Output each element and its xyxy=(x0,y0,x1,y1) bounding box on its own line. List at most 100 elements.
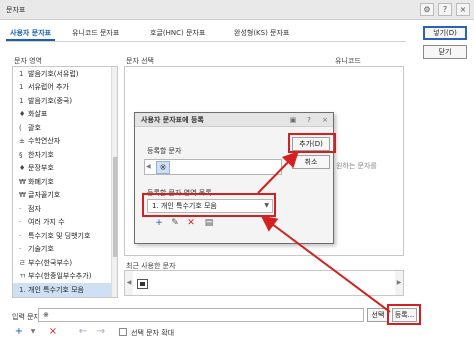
area-header: 문자 영역 xyxy=(14,57,42,65)
select-header: 문자 선택 xyxy=(126,57,154,65)
dialog-close-button[interactable]: × xyxy=(319,115,331,125)
select-button[interactable]: 선택 xyxy=(367,308,389,322)
list-item[interactable]: ₩ 글자꼴기호 xyxy=(13,188,117,202)
insert-button[interactable]: 넣기(D) xyxy=(423,26,467,40)
area-glyph: · xyxy=(19,245,22,253)
area-glyph: ♦ xyxy=(19,110,26,118)
area-label: 개인 특수기호 모음 xyxy=(28,286,84,294)
chevron-down-icon[interactable]: ▼ xyxy=(26,326,40,340)
area-glyph: · xyxy=(19,232,22,240)
window-title: 문자표 xyxy=(6,6,26,14)
tab-unicode-charmap[interactable]: 유니코드 문자표 xyxy=(68,24,123,41)
arrow-left-icon[interactable]: ← xyxy=(76,326,90,340)
grid-hint: 원하는 문자를 xyxy=(336,162,377,170)
list-item[interactable]: 1 발음기호(서유럽) xyxy=(13,67,117,81)
unicode-header: 유니코드 xyxy=(335,57,361,65)
area-label: 기술기호 xyxy=(28,245,54,253)
tab-divider xyxy=(6,41,406,42)
area-list[interactable]: 1 발음기호(서유럽) 1 서유럽어 추가 1 발음기호(중국) ♦ 화살표 (괄호 ±… xyxy=(12,66,118,298)
list-item[interactable]: 1 서유럽어 추가 xyxy=(13,80,117,94)
area-label: 서유럽어 추가 xyxy=(28,83,69,91)
recent-chars[interactable]: ◀ ▶ xyxy=(124,270,404,296)
selected-char-cell[interactable]: ※ xyxy=(156,161,170,174)
area-glyph: ㄹ xyxy=(19,259,26,267)
list-item[interactable]: 1 발음기호(중국) xyxy=(13,94,117,108)
area-properties-icon[interactable]: ▤ xyxy=(203,217,215,229)
area-glyph: ♦ xyxy=(19,164,26,172)
delete-area-icon[interactable]: ✕ xyxy=(185,217,197,229)
area-label: 발음기호(중국) xyxy=(28,97,73,105)
area-label: 화폐기호 xyxy=(28,178,54,186)
list-item[interactable]: ♦ 문장부호 xyxy=(13,161,117,175)
area-glyph: ( xyxy=(19,124,22,132)
remove-icon[interactable]: × xyxy=(46,326,60,340)
settings-icon[interactable]: ⚙ xyxy=(420,3,434,16)
dialog-help-button[interactable]: ? xyxy=(303,115,315,125)
tab-hnc-charmap[interactable]: 호글(HNC) 문자표 xyxy=(146,24,209,41)
register-dialog: 사용자 문자표에 등록 ▣ ? × 등록할 문자 ◀ ※ 등록할 문자 영역 목… xyxy=(134,112,334,244)
area-label: 특수기호 및 딩뱃기호 xyxy=(28,232,91,240)
chevron-down-icon: ▼ xyxy=(264,202,269,209)
close-dialog-button[interactable]: 닫기 xyxy=(423,45,467,59)
list-item[interactable]: ♦ 화살표 xyxy=(13,107,117,121)
list-item[interactable]: · 점자 xyxy=(13,202,117,216)
dialog-settings-icon[interactable]: ▣ xyxy=(287,115,299,125)
area-glyph: ㄲ xyxy=(19,272,26,280)
area-label: 한자기호 xyxy=(28,151,54,159)
area-glyph: 1 xyxy=(19,97,24,105)
arrow-right-icon[interactable]: → xyxy=(94,326,108,340)
area-glyph: · xyxy=(19,205,22,213)
recent-char-cell[interactable] xyxy=(137,279,148,289)
area-label: 부수(한국부수) xyxy=(28,259,73,267)
area-label: 화살표 xyxy=(28,110,48,118)
area-label: 여러 가지 수 xyxy=(28,218,65,226)
input-label: 입력 문자 xyxy=(12,313,40,321)
list-item[interactable]: § 한자기호 xyxy=(13,148,117,162)
area-glyph: 1 xyxy=(19,70,24,78)
dialog-add-button[interactable]: 추가(D) xyxy=(292,137,330,151)
add-icon[interactable]: + xyxy=(12,326,26,340)
list-item-selected[interactable]: 1. 개인 특수기호 모음 xyxy=(13,283,117,297)
list-item[interactable]: ₩ 화폐기호 xyxy=(13,175,117,189)
list-item[interactable]: ± 수학연산자 xyxy=(13,134,117,148)
area-glyph: 1. xyxy=(19,286,26,294)
char-scroll-left-icon[interactable]: ◀ xyxy=(146,163,151,170)
chars-to-register-box[interactable]: ◀ ※ xyxy=(144,159,282,175)
area-glyph: 1 xyxy=(19,83,24,91)
list-item[interactable]: · 기술기호 xyxy=(13,242,117,256)
recent-scroll-right-icon[interactable]: ▶ xyxy=(395,271,403,295)
edit-pencil-icon[interactable]: ✎ xyxy=(169,217,181,229)
area-label: 괄호 xyxy=(28,124,41,132)
list-item[interactable]: · 특수기호 및 딩뱃기호 xyxy=(13,229,117,243)
area-label: 글자꼴기호 xyxy=(28,191,61,199)
tab-user-charmap[interactable]: 사용자 문자표 xyxy=(6,24,56,41)
enlarge-checkbox-label: 선택 문자 확대 xyxy=(131,329,175,337)
tab-bar: 사용자 문자표 유니코드 문자표 호글(HNC) 문자표 완성형(KS) 문자표 xyxy=(6,24,406,41)
area-dropdown-value: 1. 개인 특수기호 모음 xyxy=(152,202,217,210)
enlarge-checkbox[interactable] xyxy=(119,328,127,336)
list-item[interactable]: ㄹ 부수(한국부수) xyxy=(13,256,117,270)
list-item[interactable]: · 여러 가지 수 xyxy=(13,215,117,229)
list-item[interactable]: ( 괄호 xyxy=(13,121,117,135)
register-button[interactable]: 등록... xyxy=(392,308,417,322)
chars-to-register-label: 등록할 문자 xyxy=(147,147,182,155)
dialog-cancel-button[interactable]: 취소 xyxy=(292,155,330,169)
tab-ks-charmap[interactable]: 완성형(KS) 문자표 xyxy=(230,24,293,41)
area-label: 발음기호(서유럽) xyxy=(28,70,79,78)
help-button[interactable]: ? xyxy=(438,3,452,16)
area-list-scrollbar[interactable] xyxy=(111,67,117,297)
area-glyph: ₩ xyxy=(19,191,26,199)
input-field[interactable]: ※ xyxy=(38,308,364,322)
area-label: 점자 xyxy=(28,205,41,213)
area-label: 부수(한중일부수추가) xyxy=(28,272,92,280)
area-glyph: § xyxy=(19,151,23,159)
area-dropdown[interactable]: 1. 개인 특수기호 모음 ▼ xyxy=(147,199,273,213)
add-area-icon[interactable]: + xyxy=(153,217,165,229)
area-label: 수학연산자 xyxy=(28,137,61,145)
recent-scroll-left-icon[interactable]: ◀ xyxy=(125,271,133,295)
area-glyph: · xyxy=(19,218,22,226)
scrollbar-thumb[interactable] xyxy=(113,157,117,257)
area-glyph: ₩ xyxy=(19,178,26,186)
list-item[interactable]: ㄲ 부수(한중일부수추가) xyxy=(13,269,117,283)
close-button[interactable]: × xyxy=(456,3,470,16)
